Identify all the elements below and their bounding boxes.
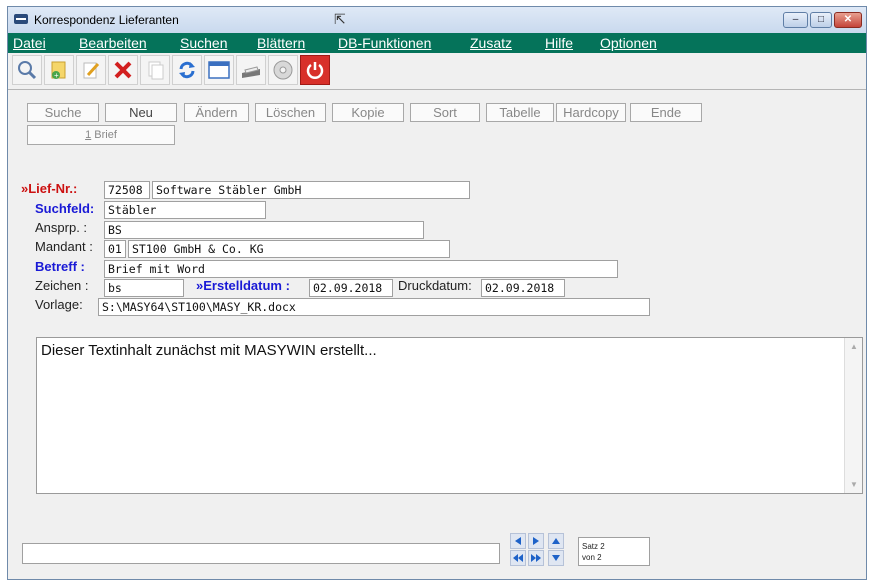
arrow-first-icon — [513, 554, 523, 562]
tab-loeschen[interactable]: Löschen — [255, 103, 326, 122]
lief-nr-label: »Lief-Nr.: — [21, 181, 78, 196]
record-current: Satz 2 — [582, 542, 605, 551]
minimize-button[interactable]: – — [783, 12, 808, 28]
printer-icon[interactable] — [236, 55, 266, 85]
scroll-up-icon[interactable]: ▲ — [850, 342, 858, 351]
edit-icon[interactable] — [76, 55, 106, 85]
menu-zusatz[interactable]: Zusatz — [470, 35, 512, 51]
vorlage-field[interactable]: S:\MASY64\ST100\MASY_KR.docx — [98, 298, 650, 316]
nav-prev-button[interactable] — [510, 533, 526, 549]
application-window: Korrespondenz Lieferanten ⇱ – □ ✕ Datei … — [7, 6, 867, 580]
tab-suche[interactable]: Suche — [27, 103, 99, 122]
arrow-last-icon — [531, 554, 541, 562]
svg-text:+: + — [54, 71, 59, 80]
druckdatum-field[interactable]: 02.09.2018 — [481, 279, 565, 297]
arrow-left-icon — [515, 537, 521, 545]
mouse-cursor-icon: ⇱ — [334, 11, 346, 27]
menu-bar: Datei Bearbeiten Suchen Blättern DB-Funk… — [8, 33, 866, 53]
delete-icon[interactable] — [108, 55, 138, 85]
zeichen-field[interactable]: bs — [104, 279, 184, 297]
subtab-label: Brief — [91, 129, 117, 141]
record-counter: Satz 2 von 2 — [578, 537, 650, 566]
menu-bearbeiten[interactable]: Bearbeiten — [79, 35, 147, 51]
close-button[interactable]: ✕ — [834, 12, 862, 28]
copy-icon[interactable] — [140, 55, 170, 85]
zeichen-label: Zeichen : — [35, 278, 89, 293]
text-content-area[interactable]: Dieser Textinhalt zunächst mit MASYWIN e… — [36, 337, 863, 494]
erstelldatum-label: »Erstelldatum : — [196, 278, 290, 293]
window-icon[interactable] — [204, 55, 234, 85]
power-icon[interactable] — [300, 55, 330, 85]
menu-hilfe[interactable]: Hilfe — [545, 35, 573, 51]
maximize-button[interactable]: □ — [810, 12, 832, 28]
lief-name-field[interactable]: Software Stäbler GmbH — [152, 181, 470, 199]
arrow-right-icon — [533, 537, 539, 545]
vorlage-label: Vorlage: — [35, 297, 83, 312]
tab-aendern[interactable]: Ändern — [184, 103, 249, 122]
record-total: von 2 — [582, 553, 602, 562]
menu-blaettern[interactable]: Blättern — [257, 35, 305, 51]
nav-last-button[interactable] — [528, 550, 544, 566]
status-input[interactable] — [22, 543, 500, 564]
suchfeld-label: Suchfeld: — [35, 201, 95, 216]
title-bar: Korrespondenz Lieferanten ⇱ – □ ✕ — [8, 7, 866, 33]
erstelldatum-field[interactable]: 02.09.2018 — [309, 279, 393, 297]
text-content: Dieser Textinhalt zunächst mit MASYWIN e… — [41, 342, 377, 359]
search-icon[interactable] — [12, 55, 42, 85]
suchfeld-field[interactable]: Stäbler — [104, 201, 266, 219]
window-title: Korrespondenz Lieferanten — [34, 13, 179, 27]
arrow-up-icon — [552, 538, 560, 544]
subtab-brief[interactable]: 1 Brief — [27, 125, 175, 145]
tab-neu[interactable]: Neu — [105, 103, 177, 122]
ansprp-field[interactable]: BS — [104, 221, 424, 239]
betreff-field[interactable]: Brief mit Word — [104, 260, 618, 278]
toolbar: + — [8, 53, 866, 90]
nav-next-button[interactable] — [528, 533, 544, 549]
vertical-scrollbar[interactable]: ▲ ▼ — [844, 338, 862, 493]
menu-db-funktionen[interactable]: DB-Funktionen — [338, 35, 431, 51]
druckdatum-label: Druckdatum: — [398, 278, 472, 293]
tab-hardcopy[interactable]: Hardcopy — [556, 103, 626, 122]
ansprp-label: Ansprp. : — [35, 220, 88, 235]
nav-first-button[interactable] — [510, 550, 526, 566]
nav-up-button[interactable] — [548, 533, 564, 549]
nav-down-button[interactable] — [548, 550, 564, 566]
menu-suchen[interactable]: Suchen — [180, 35, 227, 51]
scroll-down-icon[interactable]: ▼ — [850, 480, 858, 489]
app-icon — [14, 14, 28, 24]
tab-ende[interactable]: Ende — [630, 103, 702, 122]
cd-icon[interactable] — [268, 55, 298, 85]
mandant-name-field[interactable]: ST100 GmbH & Co. KG — [128, 240, 450, 258]
tab-kopie[interactable]: Kopie — [332, 103, 404, 122]
new-document-icon[interactable]: + — [44, 55, 74, 85]
menu-optionen[interactable]: Optionen — [600, 35, 657, 51]
betreff-label: Betreff : — [35, 259, 85, 274]
mandant-label: Mandant : — [35, 239, 93, 254]
tab-sort[interactable]: Sort — [410, 103, 480, 122]
lief-nr-field[interactable]: 72508 — [104, 181, 150, 199]
refresh-icon[interactable] — [172, 55, 202, 85]
arrow-down-icon — [552, 555, 560, 561]
menu-datei[interactable]: Datei — [13, 35, 46, 51]
tab-tabelle[interactable]: Tabelle — [486, 103, 554, 122]
mandant-nr-field[interactable]: 01 — [104, 240, 126, 258]
